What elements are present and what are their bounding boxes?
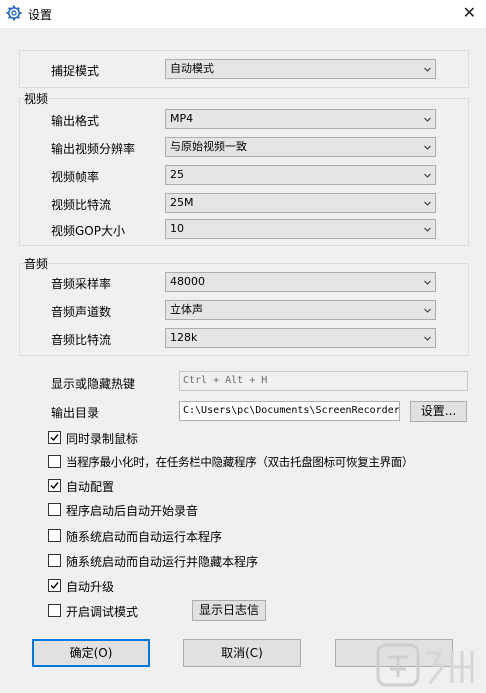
hide-taskbar-label: 当程序最小化时，在任务栏中隐藏程序（双击托盘图标可恢复主界面） (66, 455, 414, 469)
checkbox-box (48, 579, 61, 592)
checkbox-box (48, 529, 61, 542)
video-resolution-select[interactable]: 与原始视频一致 (165, 137, 436, 157)
hotkey-label: 显示或隐藏热键 (51, 377, 136, 391)
window-title: 设置 (28, 8, 53, 22)
hotkey-input[interactable]: Ctrl + Alt + H (179, 371, 468, 391)
checkbox-box (48, 554, 61, 567)
video-format-value: MP4 (170, 112, 194, 125)
close-icon[interactable]: ✕ (463, 3, 476, 22)
audio-samplerate-label: 音频采样率 (51, 277, 112, 291)
checkmark-icon (50, 434, 59, 442)
video-group-title: 视频 (24, 90, 49, 107)
auto-update-label: 自动升级 (66, 580, 115, 594)
video-bitrate-label: 视频比特流 (51, 198, 112, 212)
video-bitrate-select[interactable]: 25M (165, 193, 436, 213)
capture-mode-label: 捕捉模式 (51, 64, 100, 78)
auto-update-checkbox[interactable]: 自动升级 (48, 578, 248, 594)
video-gop-select[interactable]: 10 (165, 219, 436, 239)
checkbox-box (48, 479, 61, 492)
video-gop-label: 视频GOP大小 (51, 224, 125, 238)
auto-record-audio-label: 程序启动后自动开始录音 (66, 504, 199, 518)
run-on-startup-checkbox[interactable]: 随系统启动而自动运行本程序 (48, 528, 308, 544)
chevron-down-icon (424, 280, 431, 285)
audio-bitrate-value: 128k (170, 331, 198, 344)
audio-group-title: 音频 (24, 255, 49, 272)
watermark-logo (376, 643, 474, 687)
gear-icon (6, 5, 22, 21)
debug-mode-label: 开启调试模式 (66, 605, 139, 619)
audio-channels-value: 立体声 (170, 303, 203, 316)
checkbox-box (48, 455, 61, 468)
record-mouse-label: 同时录制鼠标 (66, 432, 139, 446)
capture-mode-select[interactable]: 自动模式 (165, 59, 436, 79)
video-format-label: 输出格式 (51, 114, 100, 128)
checkmark-icon (50, 582, 59, 590)
record-mouse-checkbox[interactable]: 同时录制鼠标 (48, 430, 248, 446)
ok-button[interactable]: 确定(O) (32, 639, 150, 667)
auto-config-label: 自动配置 (66, 480, 115, 494)
chevron-down-icon (424, 67, 431, 72)
output-dir-input[interactable]: C:\Users\pc\Documents\ScreenRecorder (179, 401, 400, 421)
audio-bitrate-label: 音频比特流 (51, 333, 112, 347)
browse-button[interactable]: 设置... (410, 401, 467, 422)
debug-mode-checkbox[interactable]: 开启调试模式 (48, 603, 178, 619)
chevron-down-icon (424, 117, 431, 122)
audio-samplerate-select[interactable]: 48000 (165, 272, 436, 292)
auto-record-audio-checkbox[interactable]: 程序启动后自动开始录音 (48, 502, 298, 518)
audio-channels-label: 音频声道数 (51, 305, 112, 319)
video-resolution-value: 与原始视频一致 (170, 140, 247, 153)
video-gop-value: 10 (170, 222, 184, 235)
capture-mode-value: 自动模式 (170, 62, 214, 75)
output-dir-label: 输出目录 (51, 406, 100, 420)
audio-samplerate-value: 48000 (170, 275, 205, 288)
title-bar: 设置 ✕ (0, 0, 486, 28)
video-format-select[interactable]: MP4 (165, 109, 436, 129)
video-framerate-label: 视频帧率 (51, 170, 100, 184)
run-on-startup-label: 随系统启动而自动运行本程序 (66, 530, 223, 544)
video-bitrate-value: 25M (170, 196, 194, 209)
run-hidden-on-startup-checkbox[interactable]: 随系统启动而自动运行并隐藏本程序 (48, 553, 348, 569)
show-log-button[interactable]: 显示日志信 (192, 600, 266, 621)
chevron-down-icon (424, 145, 431, 150)
run-hidden-on-startup-label: 随系统启动而自动运行并隐藏本程序 (66, 555, 259, 569)
chevron-down-icon (424, 336, 431, 341)
cancel-button[interactable]: 取消(C) (183, 639, 301, 667)
audio-channels-select[interactable]: 立体声 (165, 300, 436, 320)
checkbox-box (48, 431, 61, 444)
checkbox-box (48, 604, 61, 617)
checkmark-icon (50, 482, 59, 490)
chevron-down-icon (424, 201, 431, 206)
chevron-down-icon (424, 227, 431, 232)
video-framerate-value: 25 (170, 168, 184, 181)
hide-taskbar-checkbox[interactable]: 当程序最小化时，在任务栏中隐藏程序（双击托盘图标可恢复主界面） (48, 454, 468, 470)
checkbox-box (48, 503, 61, 516)
chevron-down-icon (424, 308, 431, 313)
audio-bitrate-select[interactable]: 128k (165, 328, 436, 348)
chevron-down-icon (424, 173, 431, 178)
video-framerate-select[interactable]: 25 (165, 165, 436, 185)
auto-config-checkbox[interactable]: 自动配置 (48, 478, 248, 494)
video-resolution-label: 输出视频分辨率 (51, 142, 136, 156)
